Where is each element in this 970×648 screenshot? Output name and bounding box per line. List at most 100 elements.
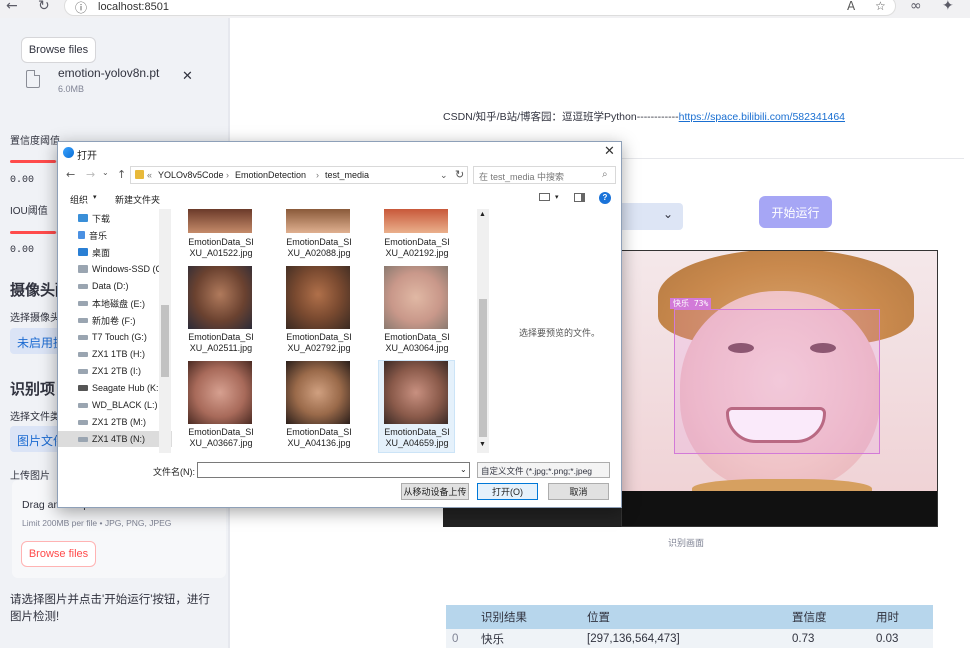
browse-image-button[interactable]: Browse files bbox=[21, 541, 96, 567]
drive-icon bbox=[78, 300, 88, 306]
chevron-down-icon[interactable]: ▾ bbox=[555, 193, 559, 201]
image-bottom-band bbox=[622, 491, 937, 526]
file-name[interactable]: EmotionData_SI XU_A02192.jpg bbox=[381, 237, 453, 259]
search-icon[interactable]: ⌕ bbox=[602, 169, 608, 180]
file-name[interactable]: EmotionData_SI XU_A04659.jpg bbox=[381, 427, 453, 449]
nav-label: Windows-SSD (C bbox=[92, 264, 163, 274]
file-name-line: XU_A04136.jpg bbox=[287, 438, 351, 448]
crumb-2[interactable]: EmotionDetection bbox=[235, 170, 306, 180]
nav-item-drive-f[interactable]: 新加卷 (F:) bbox=[78, 312, 136, 328]
bilibili-link[interactable]: https://space.bilibili.com/582341464 bbox=[679, 111, 845, 123]
reload-icon[interactable]: ↻ bbox=[38, 0, 50, 14]
run-button[interactable]: 开始运行 bbox=[759, 196, 832, 228]
col-position: 位置 bbox=[587, 612, 610, 624]
forward-arrow-icon[interactable]: → bbox=[86, 168, 95, 181]
dialog-close-icon[interactable]: ✕ bbox=[604, 144, 615, 159]
file-thumbnail[interactable] bbox=[188, 361, 252, 424]
nav-item-downloads[interactable]: 下载 bbox=[78, 210, 110, 226]
nav-item-drive-h[interactable]: ZX1 1TB (H:) bbox=[78, 346, 145, 362]
nav-item-drive-l[interactable]: WD_BLACK (L:) bbox=[78, 397, 158, 413]
file-thumbnail[interactable] bbox=[188, 209, 252, 233]
file-name[interactable]: EmotionData_SI XU_A02511.jpg bbox=[185, 332, 257, 354]
read-aloud-icon[interactable]: A bbox=[847, 0, 855, 13]
file-name[interactable]: EmotionData_SI XU_A01522.jpg bbox=[185, 237, 257, 259]
file-name[interactable]: EmotionData_SI XU_A03064.jpg bbox=[381, 332, 453, 354]
filename-input[interactable]: ⌄ bbox=[197, 462, 470, 478]
nav-scroll-thumb[interactable] bbox=[161, 305, 169, 377]
organize-menu[interactable]: 组织 bbox=[70, 193, 88, 206]
col-time: 用时 bbox=[876, 612, 899, 624]
favorite-star-icon[interactable]: ☆ bbox=[875, 0, 886, 13]
file-name-line: EmotionData_SI bbox=[384, 427, 450, 437]
back-icon[interactable]: ← bbox=[6, 0, 18, 14]
nav-item-drive-g[interactable]: T7 Touch (G:) bbox=[78, 329, 147, 345]
filetype-select[interactable]: 自定义文件 (*.jpg;*.png;*.jpeg bbox=[477, 462, 610, 478]
file-thumbnail[interactable] bbox=[286, 266, 350, 329]
back-arrow-icon[interactable]: ← bbox=[66, 168, 75, 181]
chevron-down-icon[interactable]: ⌄ bbox=[460, 465, 467, 474]
nav-item-drive-m[interactable]: ZX1 2TB (M:) bbox=[78, 414, 146, 430]
file-thumbnail[interactable] bbox=[384, 361, 448, 424]
nav-label: WD_BLACK (L:) bbox=[92, 400, 158, 410]
nav-item-drive-n[interactable]: ZX1 4TB (N:) bbox=[58, 431, 172, 447]
remove-file-icon[interactable]: ✕ bbox=[182, 69, 193, 84]
drive-icon bbox=[78, 351, 88, 357]
file-thumbnail[interactable] bbox=[384, 266, 448, 329]
nav-scrollbar[interactable] bbox=[159, 209, 171, 453]
scroll-down-icon[interactable]: ▼ bbox=[479, 441, 486, 448]
file-thumbnail[interactable] bbox=[286, 209, 350, 233]
preview-placeholder: 选择要预览的文件。 bbox=[519, 328, 601, 338]
history-chevron-icon[interactable]: ⌄ bbox=[102, 168, 109, 177]
new-folder-button[interactable]: 新建文件夹 bbox=[115, 193, 160, 206]
drive-icon bbox=[78, 283, 88, 289]
crumb-1[interactable]: YOLOv8v5Code bbox=[158, 170, 224, 180]
file-name[interactable]: EmotionData_SI XU_A02088.jpg bbox=[283, 237, 355, 259]
nav-item-drive-k[interactable]: Seagate Hub (K: bbox=[78, 380, 159, 396]
nav-label: ZX1 2TB (M:) bbox=[92, 417, 147, 427]
col-result: 识别结果 bbox=[481, 612, 527, 624]
file-name[interactable]: EmotionData_SI XU_A04136.jpg bbox=[283, 427, 355, 449]
detection-box bbox=[674, 309, 880, 454]
iou-slider-fill[interactable] bbox=[10, 231, 56, 234]
open-button[interactable]: 打开(O) bbox=[477, 483, 538, 500]
conf-slider-fill[interactable] bbox=[10, 160, 56, 163]
nav-item-drive-c[interactable]: Windows-SSD (C bbox=[78, 261, 162, 277]
uploaded-model-file: emotion-yolov8n.pt 6.0MB ✕ bbox=[22, 66, 212, 116]
nav-item-drive-e[interactable]: 本地磁盘 (E:) bbox=[78, 295, 145, 311]
up-arrow-icon[interactable]: ↑ bbox=[117, 168, 126, 181]
file-name[interactable]: EmotionData_SI XU_A02792.jpg bbox=[283, 332, 355, 354]
info-icon[interactable]: ⓘ bbox=[75, 0, 87, 16]
scroll-up-icon[interactable]: ▲ bbox=[479, 211, 486, 218]
file-name[interactable]: EmotionData_SI XU_A03667.jpg bbox=[185, 427, 257, 449]
nav-label: 本地磁盘 (E:) bbox=[92, 298, 145, 309]
cancel-button[interactable]: 取消 bbox=[548, 483, 609, 500]
file-name-line: XU_A03667.jpg bbox=[189, 438, 253, 448]
file-thumbnail[interactable] bbox=[188, 266, 252, 329]
address-bar[interactable]: ⓘ localhost:8501 A ☆ bbox=[64, 0, 896, 16]
view-icon[interactable] bbox=[539, 193, 550, 201]
chevron-down-icon[interactable]: ⌄ bbox=[440, 170, 448, 181]
file-thumbnail[interactable] bbox=[384, 209, 448, 233]
nav-item-music[interactable]: 音乐 bbox=[78, 227, 107, 243]
files-scrollbar[interactable]: ▲ ▼ bbox=[477, 209, 489, 453]
mode-select[interactable]: ⌄ bbox=[616, 203, 683, 230]
files-scroll-thumb[interactable] bbox=[479, 299, 487, 437]
chevron-down-icon[interactable]: ▾ bbox=[93, 193, 97, 201]
nav-item-desktop[interactable]: 桌面 bbox=[78, 244, 110, 260]
nav-label: 新加卷 (F:) bbox=[92, 315, 136, 326]
cell-confidence: 0.73 bbox=[792, 633, 815, 645]
browse-model-button[interactable]: Browse files bbox=[21, 37, 96, 63]
puzzle-icon[interactable]: ✦ bbox=[942, 0, 954, 14]
dialog-search-input[interactable]: 在 test_media 中搜索 ⌕ bbox=[473, 166, 616, 184]
nav-item-drive-d[interactable]: Data (D:) bbox=[78, 278, 129, 294]
nav-item-drive-i[interactable]: ZX1 2TB (I:) bbox=[78, 363, 141, 379]
preview-pane-icon[interactable] bbox=[574, 193, 585, 202]
upload-from-mobile-button[interactable]: 从移动设备上传 bbox=[401, 483, 469, 500]
help-icon[interactable]: ? bbox=[599, 192, 611, 204]
crumb-3[interactable]: test_media bbox=[325, 170, 369, 180]
refresh-icon[interactable]: ↻ bbox=[455, 168, 464, 181]
file-thumbnail[interactable] bbox=[286, 361, 350, 424]
extension-icon[interactable]: ∞ bbox=[910, 0, 922, 14]
model-file-size: 6.0MB bbox=[58, 84, 85, 94]
breadcrumb[interactable]: « YOLOv8v5Code › EmotionDetection › test… bbox=[130, 166, 468, 184]
